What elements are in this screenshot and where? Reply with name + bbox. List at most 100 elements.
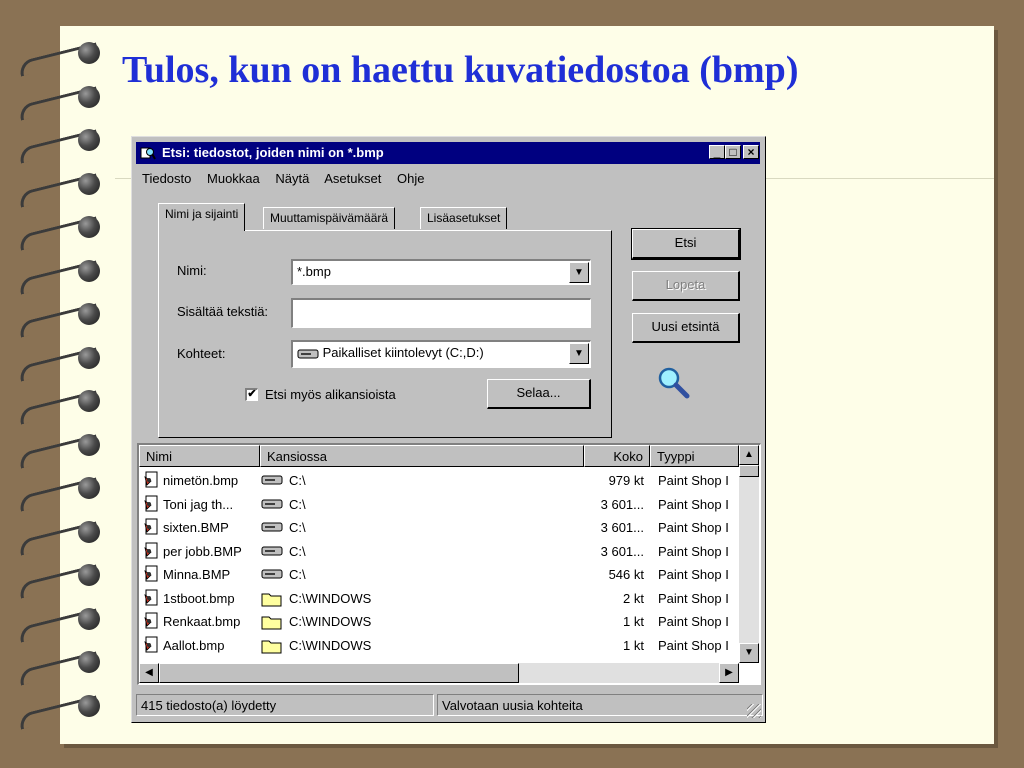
tab-name-location[interactable]: Nimi ja sijainti <box>158 203 246 231</box>
status-found-count: 415 tiedosto(a) löydetty <box>136 694 434 716</box>
name-combobox[interactable]: *.bmp ▼ <box>291 259 591 285</box>
horizontal-scroll-thumb[interactable] <box>159 663 519 683</box>
binding-ring <box>14 388 104 425</box>
table-row[interactable]: per jobb.BMP C:\ 3 601... Paint Shop I <box>139 540 739 563</box>
cell-type: Paint Shop I <box>658 614 729 629</box>
cell-size: 2 kt <box>623 590 644 606</box>
cell-name: 1stboot.bmp <box>163 590 235 606</box>
look-in-dropdown-icon[interactable]: ▼ <box>569 343 589 364</box>
title-bar[interactable]: Etsi: tiedostot, joiden nimi on *.bmp _ … <box>136 142 760 164</box>
tab-advanced[interactable]: Lisäasetukset <box>420 207 508 229</box>
window-title: Etsi: tiedostot, joiden nimi on *.bmp <box>162 145 384 160</box>
column-header-name[interactable]: Nimi <box>139 445 260 467</box>
table-row[interactable]: Minna.BMP C:\ 546 kt Paint Shop I <box>139 563 739 586</box>
stop-button[interactable]: Lopeta <box>632 271 740 301</box>
binding-ring <box>14 127 104 164</box>
search-app-icon <box>140 147 156 160</box>
cell-name: Renkaat.bmp <box>163 614 241 629</box>
minimize-button[interactable]: _ <box>709 145 725 159</box>
table-row[interactable]: Toni jag th... C:\ 3 601... Paint Shop I <box>139 493 739 516</box>
binding-ring <box>14 432 104 469</box>
binding-ring <box>14 214 104 251</box>
table-row[interactable]: nimetön.bmp C:\ 979 kt Paint Shop I <box>139 469 739 492</box>
browse-button[interactable]: Selaa... <box>487 379 591 409</box>
vertical-scroll-thumb[interactable] <box>739 465 759 477</box>
find-files-window[interactable]: Etsi: tiedostot, joiden nimi on *.bmp _ … <box>131 136 766 723</box>
subfolders-label: Etsi myös alikansioista <box>265 387 396 402</box>
cell-type: Paint Shop I <box>658 590 729 606</box>
cell-type: Paint Shop I <box>658 567 729 582</box>
contains-text-label: Sisältää tekstiä: <box>177 304 269 319</box>
cell-type: Paint Shop I <box>658 543 729 559</box>
column-header-size[interactable]: Koko <box>584 445 650 467</box>
table-row[interactable]: sixten.BMP C:\ 3 601... Paint Shop I <box>139 516 739 539</box>
cell-folder: C:\WINDOWS <box>289 637 372 653</box>
bitmap-file-icon <box>143 612 159 633</box>
bitmap-file-icon <box>143 471 159 492</box>
close-button[interactable]: × <box>743 145 759 159</box>
cell-type: Paint Shop I <box>658 496 729 512</box>
binding-ring <box>14 606 104 643</box>
table-row[interactable]: 1stboot.bmp C:\WINDOWS 2 kt Paint Shop I <box>139 587 739 610</box>
cell-folder: C:\ <box>289 520 306 535</box>
resize-grip-icon[interactable] <box>747 704 761 718</box>
name-dropdown-icon[interactable]: ▼ <box>569 262 589 283</box>
hard-drive-icon <box>261 567 283 584</box>
binding-ring <box>14 475 104 512</box>
column-header-folder[interactable]: Kansiossa <box>260 445 584 467</box>
binding-ring <box>14 301 104 338</box>
menu-view[interactable]: Näytä <box>275 171 309 186</box>
bitmap-file-icon <box>143 495 159 516</box>
binding-ring <box>14 519 104 556</box>
hard-drive-icon <box>261 473 283 490</box>
binding-ring <box>14 171 104 208</box>
name-label: Nimi: <box>177 263 207 278</box>
cell-name: sixten.BMP <box>163 520 229 535</box>
scroll-right-icon[interactable]: ▶ <box>719 663 739 683</box>
binding-ring <box>14 693 104 730</box>
tab-date-modified[interactable]: Muuttamispäivämäärä <box>263 207 396 229</box>
cell-size: 979 kt <box>608 473 644 488</box>
maximize-button[interactable]: □ <box>725 145 741 159</box>
cell-size: 1 kt <box>623 614 644 629</box>
bitmap-file-icon <box>143 636 159 657</box>
menu-options[interactable]: Asetukset <box>324 171 381 186</box>
bitmap-file-icon <box>143 565 159 586</box>
scroll-down-icon[interactable]: ▼ <box>739 643 759 663</box>
binding-ring <box>14 345 104 382</box>
name-value: *.bmp <box>297 264 331 279</box>
hard-drive-icon <box>297 349 319 359</box>
folder-icon <box>261 591 283 610</box>
results-list[interactable]: Nimi Kansiossa Koko Tyyppi nimetön.bmp C:… <box>137 443 761 685</box>
cell-name: per jobb.BMP <box>163 543 242 559</box>
menu-help[interactable]: Ohje <box>397 171 424 186</box>
cell-name: Aallot.bmp <box>163 637 225 653</box>
cell-folder: C:\WINDOWS <box>289 614 372 629</box>
subfolders-checkbox[interactable]: ✔ <box>245 388 258 401</box>
status-monitoring: Valvotaan uusia kohteita <box>437 694 763 716</box>
table-row[interactable]: Renkaat.bmp C:\WINDOWS 1 kt Paint Shop I <box>139 610 739 633</box>
cell-name: Minna.BMP <box>163 567 231 582</box>
hard-drive-icon <box>261 544 283 561</box>
cell-size: 3 601... <box>600 520 644 535</box>
hard-drive-icon <box>261 497 283 514</box>
cell-size: 3 601... <box>600 543 644 559</box>
new-search-button[interactable]: Uusi etsintä <box>632 313 740 343</box>
binding-ring <box>14 258 104 295</box>
table-row[interactable]: Aallot.bmp C:\WINDOWS 1 kt Paint Shop I <box>139 634 739 657</box>
horizontal-scrollbar[interactable]: ◀ ▶ <box>139 663 739 683</box>
vertical-scrollbar[interactable]: ▲ ▼ <box>739 445 759 663</box>
contains-text-input[interactable] <box>291 298 591 328</box>
find-button[interactable]: Etsi <box>631 228 741 260</box>
scroll-up-icon[interactable]: ▲ <box>739 445 759 465</box>
menu-edit[interactable]: Muokkaa <box>207 171 260 186</box>
look-in-combobox[interactable]: Paikalliset kiintolevyt (C:,D:) ▼ <box>291 340 591 368</box>
cell-size: 546 kt <box>608 567 644 582</box>
cell-type: Paint Shop I <box>658 473 729 488</box>
cell-size: 3 601... <box>600 496 644 512</box>
bitmap-file-icon <box>143 542 159 563</box>
cell-name: Toni jag th... <box>163 496 234 512</box>
column-header-type[interactable]: Tyyppi <box>650 445 739 467</box>
scroll-left-icon[interactable]: ◀ <box>139 663 159 683</box>
menu-file[interactable]: Tiedosto <box>142 171 191 186</box>
